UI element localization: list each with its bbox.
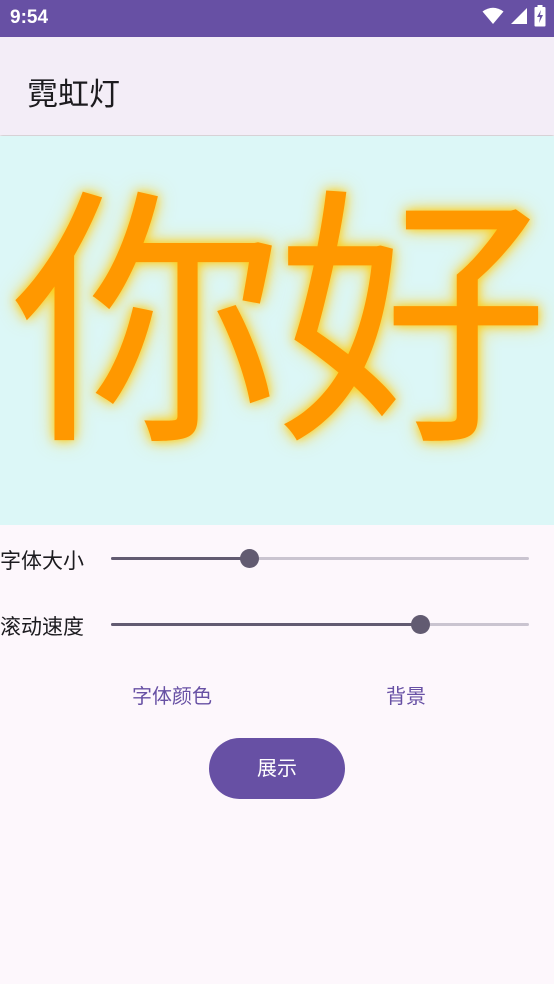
font-size-slider[interactable]	[111, 549, 529, 568]
show-button[interactable]: 展示	[209, 738, 345, 799]
neon-text: 你好	[11, 168, 549, 484]
scroll-speed-row: 滚动速度	[0, 604, 554, 644]
app-bar: 霓虹灯	[0, 37, 554, 135]
font-size-slider-thumb[interactable]	[239, 549, 259, 568]
battery-charging-icon	[534, 5, 546, 31]
scroll-speed-slider-thumb[interactable]	[411, 615, 431, 634]
neon-display: 你好	[0, 136, 554, 525]
app-title: 霓虹灯	[27, 77, 120, 113]
signal-icon	[510, 7, 528, 29]
scroll-speed-label: 滚动速度	[0, 615, 84, 639]
font-size-row: 字体大小	[0, 538, 554, 578]
font-size-slider-fill	[111, 557, 249, 560]
status-icons	[482, 5, 546, 31]
scroll-speed-slider[interactable]	[111, 615, 529, 634]
status-bar: 9:54	[0, 0, 554, 37]
status-time: 9:54	[10, 7, 49, 28]
background-button[interactable]: 背景	[366, 680, 446, 712]
scroll-speed-slider-fill	[111, 623, 421, 626]
font-color-button[interactable]: 字体颜色	[112, 680, 232, 712]
wifi-icon	[482, 7, 504, 29]
screen: 9:54 霓虹灯 你好 字体大小 滚动速度 字体颜色 背景 展示	[0, 0, 554, 984]
font-size-label: 字体大小	[0, 549, 84, 573]
